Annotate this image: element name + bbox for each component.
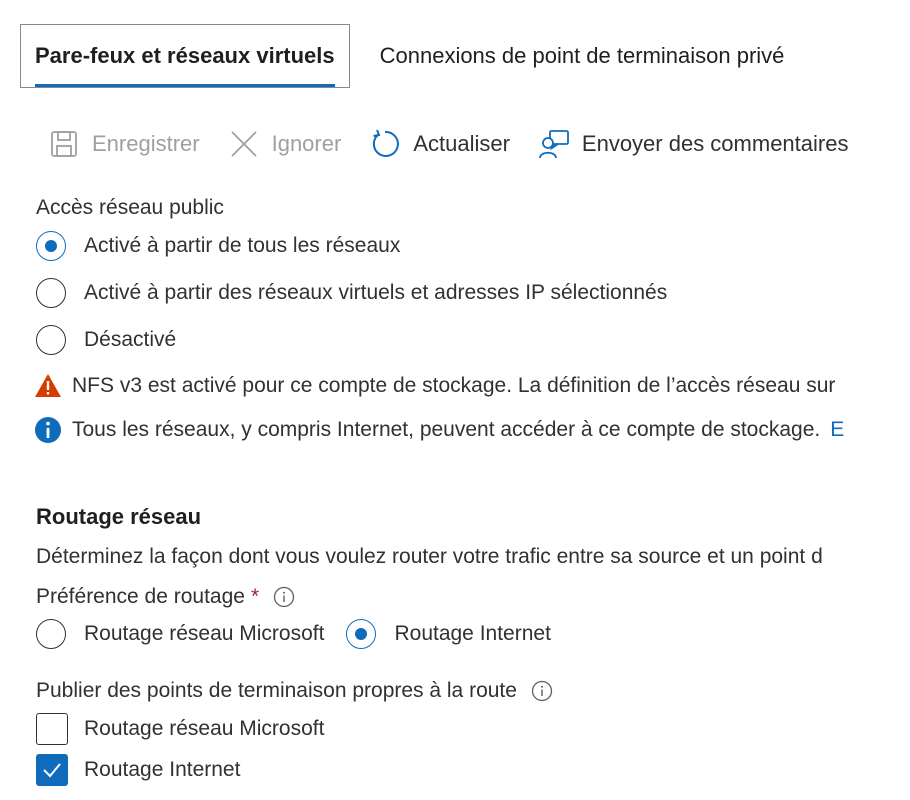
close-icon	[228, 128, 260, 160]
radio-button[interactable]	[36, 325, 66, 355]
info-icon	[34, 416, 62, 444]
required-marker: *	[250, 585, 260, 608]
tab-label: Connexions de point de terminaison privé	[379, 43, 785, 68]
routing-description: Déterminez la façon dont vous voulez rou…	[36, 545, 823, 568]
warning-message: NFS v3 est activé pour ce compte de stoc…	[34, 372, 835, 400]
publish-endpoints-text: Publier des points de terminaison propre…	[36, 679, 517, 702]
info-message: Tous les réseaux, y compris Internet, pe…	[34, 416, 844, 444]
tab-label: Pare-feux et réseaux virtuels	[35, 43, 335, 68]
checkbox[interactable]	[36, 713, 68, 745]
tab-private-endpoint-connections[interactable]: Connexions de point de terminaison privé	[350, 24, 799, 88]
warning-text: NFS v3 est activé pour ce compte de stoc…	[72, 374, 836, 397]
radio-all-networks[interactable]: Activé à partir de tous les réseaux	[36, 231, 400, 261]
tab-bar: Pare-feux et réseaux virtuels Connexions…	[20, 24, 798, 88]
radio-label: Activé à partir des réseaux virtuels et …	[84, 281, 668, 304]
radio-label: Routage Internet	[394, 622, 551, 645]
radio-disabled[interactable]: Désactivé	[36, 325, 176, 355]
radio-label: Routage réseau Microsoft	[84, 622, 325, 645]
warning-icon	[34, 372, 62, 400]
checkbox-label: Routage réseau Microsoft	[84, 717, 325, 740]
radio-label: Activé à partir de tous les réseaux	[84, 234, 401, 257]
info-link[interactable]: E	[830, 418, 844, 442]
discard-label: Ignorer	[271, 131, 342, 156]
routing-preference-label: Préférence de routage *	[36, 585, 295, 609]
tab-firewalls-virtual-networks[interactable]: Pare-feux et réseaux virtuels	[20, 24, 350, 88]
command-bar: Enregistrer Ignorer Actualiser Envoyer d…	[48, 124, 876, 164]
info-circle-icon[interactable]	[531, 680, 553, 702]
feedback-label: Envoyer des commentaires	[581, 131, 849, 156]
save-icon	[48, 128, 80, 160]
routing-preference-text: Préférence de routage	[36, 585, 245, 608]
refresh-label: Actualiser	[413, 131, 510, 156]
radio-button[interactable]	[36, 231, 66, 261]
refresh-icon	[369, 128, 401, 160]
radio-label: Désactivé	[84, 328, 177, 351]
refresh-button[interactable]: Actualiser	[369, 128, 510, 160]
checkmark-icon	[43, 763, 61, 778]
save-button[interactable]: Enregistrer	[48, 128, 200, 160]
feedback-icon	[538, 128, 570, 160]
radio-selected-networks[interactable]: Activé à partir des réseaux virtuels et …	[36, 278, 667, 308]
radio-internet-routing[interactable]: Routage Internet	[346, 619, 551, 649]
save-label: Enregistrer	[92, 131, 200, 156]
radio-microsoft-routing[interactable]: Routage réseau Microsoft	[36, 619, 324, 649]
checkbox-microsoft-routing[interactable]: Routage réseau Microsoft	[36, 713, 324, 745]
discard-button[interactable]: Ignorer	[228, 128, 342, 160]
radio-button[interactable]	[346, 619, 377, 649]
checkbox[interactable]	[36, 754, 68, 786]
radio-button[interactable]	[36, 619, 66, 649]
checkbox-internet-routing[interactable]: Routage Internet	[36, 754, 240, 786]
publish-endpoints-label: Publier des points de terminaison propre…	[36, 679, 553, 703]
radio-button[interactable]	[36, 278, 66, 308]
public-access-label: Accès réseau public	[36, 196, 224, 219]
routing-preference-group: Routage réseau Microsoft Routage Interne…	[36, 619, 573, 649]
info-circle-icon[interactable]	[273, 586, 295, 608]
checkbox-label: Routage Internet	[84, 758, 241, 781]
info-text: Tous les réseaux, y compris Internet, pe…	[72, 418, 821, 441]
feedback-button[interactable]: Envoyer des commentaires	[538, 128, 849, 160]
routing-title: Routage réseau	[36, 504, 202, 529]
